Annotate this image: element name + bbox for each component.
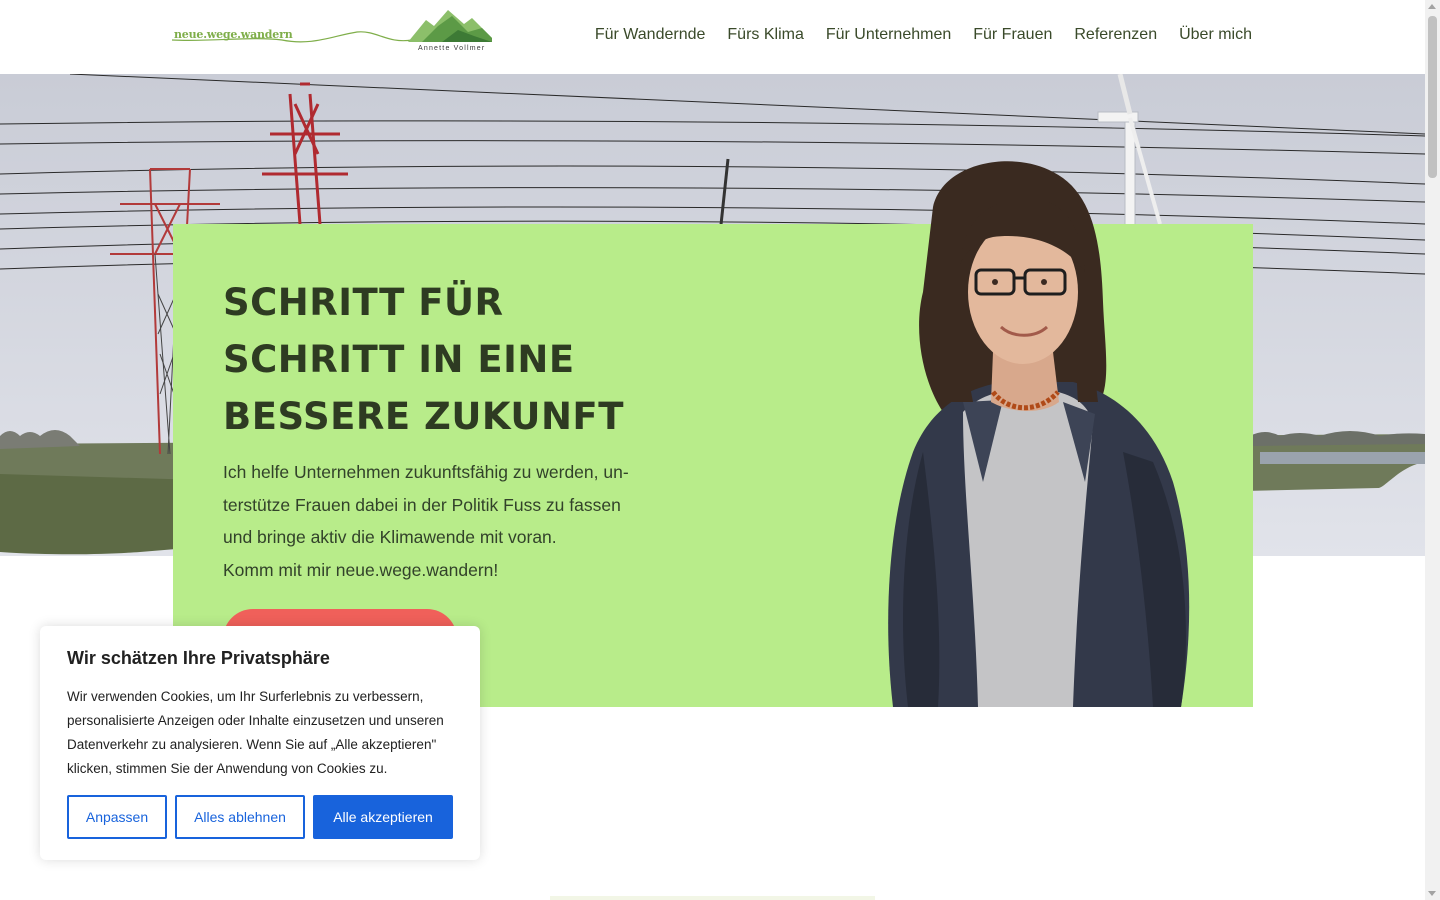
- hero-text-line: Komm mit mir neue.wege.wandern!: [223, 559, 499, 580]
- hero-text-line: und bringe aktiv die Klimawende mit vora…: [223, 527, 557, 547]
- hero-description: Ich helfe Unternehmen zukunftsfähig zu w…: [223, 456, 653, 586]
- portrait-image: [888, 161, 1190, 707]
- cookie-banner-title: Wir schätzen Ihre Privatsphäre: [67, 648, 330, 668]
- scroll-down-arrow-icon[interactable]: [1428, 891, 1436, 896]
- cookie-reject-all-button[interactable]: Alles ablehnen: [175, 795, 305, 839]
- main-navigation: Für Wandernde Fürs Klima Für Unternehmen…: [595, 26, 1252, 44]
- next-section-edge: [550, 896, 875, 900]
- nav-item-fuer-wandernde[interactable]: Für Wandernde: [595, 26, 706, 44]
- scrollbar-thumb[interactable]: [1428, 16, 1437, 178]
- hero-text-line: Ich helfe Unternehmen zukunftsfähig zu w…: [223, 462, 629, 482]
- cookie-accept-all-button[interactable]: Alle akzeptieren: [313, 795, 453, 839]
- logo-author: Annette Vollmer: [418, 45, 486, 52]
- cookie-customize-button[interactable]: Anpassen: [67, 795, 167, 839]
- cookie-button-group: Anpassen Alles ablehnen Alle akzeptieren: [67, 795, 453, 839]
- nav-item-fuers-klima[interactable]: Fürs Klima: [727, 26, 803, 44]
- cookie-banner-text: Wir verwenden Cookies, um Ihr Surferlebn…: [67, 689, 444, 776]
- hero-text-line: terstütze Frauen dabei in der Politik Fu…: [223, 494, 621, 515]
- page-scrollbar[interactable]: [1425, 0, 1440, 900]
- cookie-consent-banner: Wir schätzen Ihre Privatsphäre Wir verwe…: [40, 626, 480, 860]
- nav-item-fuer-unternehmen[interactable]: Für Unternehmen: [826, 26, 951, 44]
- scroll-up-arrow-icon[interactable]: [1428, 4, 1436, 9]
- nav-item-ueber-mich[interactable]: Über mich: [1179, 26, 1252, 44]
- site-logo[interactable]: neue.wege.wandern Annette Vollmer: [172, 6, 494, 58]
- nav-item-fuer-frauen[interactable]: Für Frauen: [973, 26, 1052, 44]
- logo-wordmark: neue.wege.wandern: [174, 28, 293, 41]
- hero-title: SCHRITT FÜR SCHRITT IN EINE BESSERE ZUKU…: [223, 281, 624, 438]
- nav-item-referenzen[interactable]: Referenzen: [1074, 26, 1157, 44]
- site-header: neue.wege.wandern Annette Vollmer Für Wa…: [0, 0, 1425, 74]
